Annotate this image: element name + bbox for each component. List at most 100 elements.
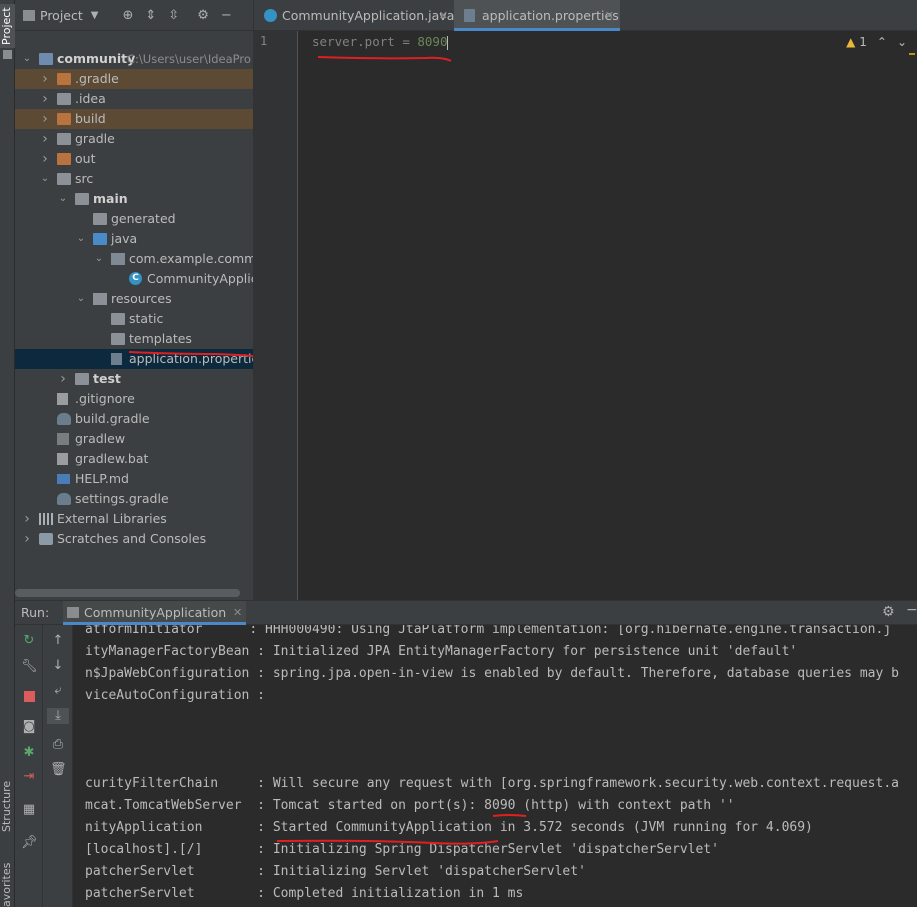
- chevron-down-icon[interactable]: ▼: [91, 10, 99, 21]
- chevron-down-icon[interactable]: ⌄: [75, 229, 87, 249]
- tree-item-label: HELP.md: [75, 471, 129, 486]
- tree-item[interactable]: HELP.md: [15, 469, 253, 489]
- chevron-down-icon[interactable]: ⌄: [21, 49, 33, 69]
- tree-item[interactable]: build.gradle: [15, 409, 253, 429]
- chevron-right-icon[interactable]: ›: [39, 89, 51, 109]
- folder-orange-icon: [57, 153, 71, 165]
- run-tab-label: CommunityApplication: [84, 605, 227, 620]
- chevron-down-icon[interactable]: ⌄: [39, 169, 51, 189]
- gradle-icon: [57, 493, 71, 505]
- collapse-all-icon[interactable]: ⇳: [168, 8, 179, 23]
- tree-item[interactable]: › build: [15, 109, 253, 129]
- chevron-right-icon[interactable]: ›: [21, 509, 33, 529]
- tree-item-label: .idea: [75, 91, 106, 106]
- tree-item[interactable]: ⌄ community C:\Users\user\IdeaPro: [15, 49, 253, 69]
- horizontal-scrollbar[interactable]: [15, 589, 240, 597]
- properties-file-icon: [111, 353, 122, 365]
- tree-item-label: src: [75, 171, 94, 186]
- exit-icon[interactable]: ⇥: [21, 769, 37, 785]
- tree-item[interactable]: settings.gradle: [15, 489, 253, 509]
- tree-item[interactable]: ⌄ resources: [15, 289, 253, 309]
- class-icon: C: [129, 272, 142, 285]
- chevron-right-icon[interactable]: ›: [39, 149, 51, 169]
- warning-stripe-marker[interactable]: [909, 53, 915, 55]
- tree-item[interactable]: ⌄ src: [15, 169, 253, 189]
- tree-item-label: gradle: [75, 131, 115, 146]
- console-line: curityFilterChain : Will secure any requ…: [85, 776, 899, 791]
- tree-item[interactable]: ⌄ java: [15, 229, 253, 249]
- chevron-right-icon[interactable]: ›: [39, 69, 51, 89]
- trash-icon[interactable]: 🗑︎: [50, 762, 67, 778]
- favorites-tool-button[interactable]: avorites: [0, 862, 15, 907]
- close-icon[interactable]: ✕: [439, 0, 448, 31]
- tree-item[interactable]: › test: [15, 369, 253, 389]
- arrow-down-icon[interactable]: ↓: [50, 658, 66, 674]
- inspection-widget[interactable]: ▲ 1 ⌃ ⌄: [846, 35, 907, 49]
- console-output[interactable]: atformInitiator : HHH000490: Using JtaPl…: [73, 625, 917, 907]
- hide-panel-icon[interactable]: −: [906, 602, 917, 618]
- close-icon[interactable]: ✕: [605, 0, 614, 31]
- tab-community-application-java[interactable]: CommunityApplication.java ✕: [254, 0, 454, 31]
- tree-item-label: static: [129, 311, 164, 326]
- scroll-to-end-icon[interactable]: ⤓: [47, 708, 69, 724]
- run-toolbar: ↻ 🔧︎ ◙ ✱ ⇥ ▦ 📌︎: [15, 625, 43, 907]
- layout-icon[interactable]: ▦: [21, 802, 37, 818]
- annotation-underline-tree: [128, 351, 254, 357]
- code-line[interactable]: server.port = 8090: [312, 33, 449, 50]
- chevron-right-icon[interactable]: ›: [57, 369, 69, 389]
- project-tool-button[interactable]: Project: [0, 4, 15, 48]
- print-icon[interactable]: ⎙: [50, 737, 66, 753]
- project-view-dropdown[interactable]: Project: [40, 8, 83, 23]
- folder-icon: [75, 373, 89, 385]
- expand-all-icon[interactable]: ⇕: [145, 8, 156, 23]
- rerun-icon[interactable]: ↻: [21, 633, 37, 649]
- tree-item[interactable]: › External Libraries: [15, 509, 253, 529]
- tree-item[interactable]: gradlew.bat: [15, 449, 253, 469]
- tree-item[interactable]: › Scratches and Consoles: [15, 529, 253, 549]
- camera-icon[interactable]: ◙: [21, 719, 37, 735]
- chevron-down-icon[interactable]: ⌄: [75, 289, 87, 309]
- gear-icon[interactable]: ⚙: [882, 604, 895, 620]
- structure-tool-button[interactable]: Structure: [0, 781, 15, 832]
- chevron-right-icon[interactable]: ›: [39, 129, 51, 149]
- chevron-up-icon[interactable]: ⌃: [877, 35, 887, 49]
- chevron-down-icon[interactable]: ⌄: [57, 189, 69, 209]
- chevron-right-icon[interactable]: ›: [21, 529, 33, 549]
- gear-icon[interactable]: ⚙: [197, 8, 209, 23]
- tree-item[interactable]: ⌄ com.example.commun: [15, 249, 253, 269]
- pin-icon[interactable]: 📌︎: [21, 835, 38, 851]
- chevron-right-icon[interactable]: ›: [39, 109, 51, 129]
- tree-item[interactable]: › .idea: [15, 89, 253, 109]
- tree-item-label: test: [93, 371, 121, 386]
- code-editor[interactable]: server.port = 8090 ▲ 1 ⌃ ⌄: [298, 31, 917, 600]
- chevron-down-icon[interactable]: ⌄: [897, 35, 907, 49]
- tree-item-label: CommunityApplicat: [147, 271, 253, 286]
- tree-item[interactable]: static: [15, 309, 253, 329]
- tree-item[interactable]: › gradle: [15, 129, 253, 149]
- hide-panel-icon[interactable]: −: [221, 8, 232, 23]
- properties-file-icon: [464, 9, 475, 22]
- tree-item[interactable]: › out: [15, 149, 253, 169]
- tree-item[interactable]: templates: [15, 329, 253, 349]
- property-eq: =: [394, 34, 418, 49]
- folder-icon: [111, 333, 125, 345]
- close-icon[interactable]: ✕: [233, 601, 242, 625]
- tab-application-properties[interactable]: application.properties ✕: [454, 0, 620, 31]
- arrow-up-icon[interactable]: ↑: [50, 633, 66, 649]
- wrench-icon[interactable]: 🔧︎: [21, 659, 38, 675]
- debug-icon[interactable]: ✱: [21, 745, 37, 761]
- tree-item[interactable]: C CommunityApplicat: [15, 269, 253, 289]
- tree-item-label: gradlew.bat: [75, 451, 149, 466]
- tree-item[interactable]: .gitignore: [15, 389, 253, 409]
- tree-item-path: C:\Users\user\IdeaPro: [127, 52, 251, 66]
- run-tab-community-application[interactable]: CommunityApplication ✕: [63, 601, 247, 625]
- tree-item[interactable]: ⌄ main: [15, 189, 253, 209]
- soft-wrap-icon[interactable]: ⤶: [50, 683, 66, 699]
- run-label: Run:: [21, 605, 50, 620]
- tree-item[interactable]: › .gradle: [15, 69, 253, 89]
- tree-item[interactable]: gradlew: [15, 429, 253, 449]
- stop-icon[interactable]: [21, 691, 37, 707]
- chevron-down-icon[interactable]: ⌄: [93, 249, 105, 269]
- tree-item[interactable]: generated: [15, 209, 253, 229]
- locate-icon[interactable]: ⊕: [122, 8, 133, 23]
